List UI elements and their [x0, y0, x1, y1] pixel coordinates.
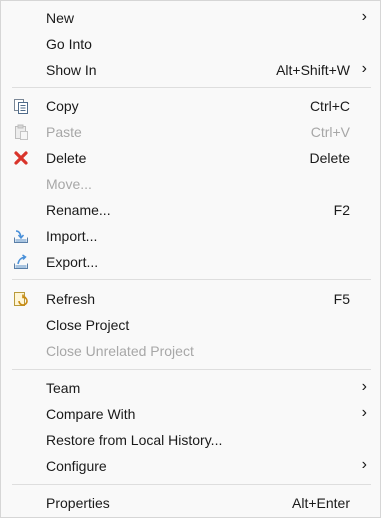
- menu-item-label: Import...: [46, 228, 98, 244]
- menu-item-rename[interactable]: Rename... F2: [1, 197, 380, 223]
- menu-item-close-unrelated-project[interactable]: Close Unrelated Project: [1, 338, 380, 364]
- menu-item-label: Paste: [46, 124, 82, 140]
- menu-item-label: Compare With: [46, 406, 136, 422]
- menu-item-show-in[interactable]: Show In Alt+Shift+W ›: [1, 57, 380, 83]
- copy-icon: [13, 98, 29, 114]
- menu-item-shortcut: F5: [333, 291, 350, 307]
- menu-item-move[interactable]: Move...: [1, 171, 380, 197]
- menu-item-label: Restore from Local History...: [46, 432, 223, 448]
- menu-item-configure[interactable]: Configure ›: [1, 453, 380, 479]
- menu-item-refresh[interactable]: Refresh F5: [1, 286, 380, 312]
- menu-item-label: Close Unrelated Project: [46, 343, 194, 359]
- menu-item-shortcut: F2: [333, 202, 350, 218]
- menu-item-shortcut: Alt+Shift+W: [276, 62, 350, 78]
- refresh-icon: [13, 291, 29, 307]
- menu-item-paste[interactable]: Paste Ctrl+V: [1, 119, 380, 145]
- menu-item-delete[interactable]: Delete Delete: [1, 145, 380, 171]
- menu-item-copy[interactable]: Copy Ctrl+C: [1, 93, 380, 119]
- menu-item-label: Team: [46, 380, 81, 396]
- menu-item-new[interactable]: New ›: [1, 5, 380, 31]
- menu-item-compare-with[interactable]: Compare With ›: [1, 401, 380, 427]
- menu-item-properties[interactable]: Properties Alt+Enter: [1, 490, 380, 516]
- menu-item-import[interactable]: Import...: [1, 223, 380, 249]
- menu-item-label: New: [46, 10, 75, 26]
- menu-item-export[interactable]: Export...: [1, 249, 380, 275]
- menu-separator: [12, 369, 371, 370]
- menu-item-go-into[interactable]: Go Into: [1, 31, 380, 57]
- chevron-right-icon: ›: [361, 8, 367, 25]
- menu-item-label: Properties: [46, 495, 110, 511]
- menu-item-label: Delete: [46, 150, 87, 166]
- menu-item-close-project[interactable]: Close Project: [1, 312, 380, 338]
- menu-item-label: Configure: [46, 458, 107, 474]
- import-icon: [13, 228, 29, 244]
- delete-icon: [13, 150, 29, 166]
- menu-item-shortcut: Ctrl+C: [309, 98, 350, 114]
- menu-item-label: Close Project: [46, 317, 130, 333]
- menu-item-shortcut: Delete: [309, 150, 350, 166]
- menu-item-restore-from-local-history[interactable]: Restore from Local History...: [1, 427, 380, 453]
- menu-item-label: Rename...: [46, 202, 111, 218]
- menu-separator: [12, 484, 371, 485]
- menu-item-label: Refresh: [46, 291, 96, 307]
- chevron-right-icon: ›: [361, 456, 367, 473]
- export-icon: [13, 254, 29, 270]
- menu-separator: [12, 87, 371, 88]
- menu-separator: [12, 279, 371, 280]
- paste-icon: [13, 124, 29, 140]
- menu-item-label: Show In: [46, 62, 97, 78]
- menu-item-label: Go Into: [46, 36, 92, 52]
- chevron-right-icon: ›: [361, 378, 367, 395]
- chevron-right-icon: ›: [361, 404, 367, 421]
- chevron-right-icon: ›: [361, 60, 367, 77]
- menu-item-label: Copy: [46, 98, 79, 114]
- menu-item-shortcut: Ctrl+V: [310, 124, 350, 140]
- menu-item-label: Export...: [46, 254, 99, 270]
- context-menu: New › Go Into Show In Alt+Shift+W › Copy…: [0, 0, 381, 518]
- menu-item-team[interactable]: Team ›: [1, 375, 380, 401]
- menu-item-label: Move...: [46, 176, 92, 192]
- menu-item-shortcut: Alt+Enter: [292, 495, 350, 511]
